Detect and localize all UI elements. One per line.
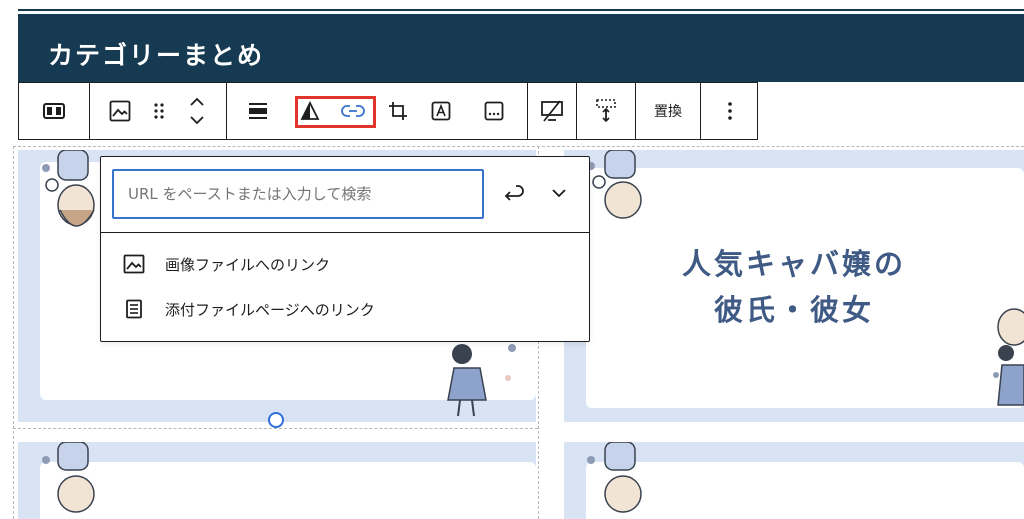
chevron-down-icon[interactable] — [189, 115, 205, 125]
card-title-line-2: 彼氏・彼女 — [713, 293, 874, 327]
chevron-down-icon — [552, 189, 566, 197]
chevron-up-icon[interactable] — [189, 97, 205, 107]
text-box-icon — [431, 101, 451, 121]
submit-link-button[interactable] — [498, 177, 530, 209]
link-to-attachment-page-option[interactable]: 添付ファイルページへのリンク — [123, 294, 375, 324]
more-options-button[interactable] — [701, 83, 759, 139]
toolbar-group-visibility — [528, 83, 577, 139]
toolbar-group-parent — [19, 83, 90, 139]
category-header: カテゴリーまとめ — [18, 14, 1024, 82]
block-toolbar: 置換 — [18, 82, 758, 140]
girl-illustration-standing-icon — [447, 344, 516, 417]
toolbar-group-replace: 置換 — [636, 83, 701, 139]
girl-illustration-upside-down-icon — [587, 442, 642, 513]
margin-setting-button[interactable] — [577, 83, 635, 139]
page-title: カテゴリーまとめ — [48, 41, 265, 70]
columns-block-icon — [43, 103, 65, 119]
page-icon — [126, 299, 142, 319]
drag-dots-icon — [154, 103, 164, 119]
toolbar-group-image-tools — [227, 83, 528, 139]
block-type-button[interactable] — [90, 83, 150, 139]
caption-icon — [484, 101, 504, 121]
crop-icon — [389, 102, 407, 120]
popover-divider — [101, 232, 589, 233]
caption-button[interactable] — [461, 83, 527, 139]
image-icon — [123, 254, 145, 274]
enter-return-icon — [504, 185, 524, 201]
link-to-media-file-option[interactable]: 画像ファイルへのリンク — [123, 249, 330, 279]
move-buttons — [168, 83, 226, 139]
text-over-image-button[interactable] — [421, 83, 461, 139]
resize-handle[interactable] — [268, 412, 284, 428]
option-label: 画像ファイルへのリンク — [165, 255, 331, 274]
card-title-line-1: 人気キャバ嬢の — [681, 247, 906, 281]
link-button-highlight — [295, 96, 376, 128]
girl-illustration-upside-down-icon — [587, 150, 642, 219]
select-parent-block-button[interactable] — [19, 83, 89, 139]
toolbar-group-options — [701, 83, 759, 139]
align-none-icon — [249, 103, 267, 119]
more-vertical-icon — [728, 102, 732, 120]
girl-illustration-right-edge-icon — [993, 308, 1024, 406]
image-block-icon — [109, 100, 131, 122]
hide-on-device-icon — [541, 100, 563, 122]
girl-illustration-upside-down-icon — [42, 442, 95, 513]
row-divider — [13, 428, 538, 429]
header-top-line — [18, 9, 1024, 11]
device-visibility-button[interactable] — [528, 83, 576, 139]
drag-handle[interactable] — [150, 83, 168, 139]
align-button[interactable] — [227, 83, 289, 139]
replace-button[interactable]: 置換 — [636, 83, 700, 139]
vertical-spacing-icon — [596, 99, 616, 123]
url-search-input[interactable] — [112, 169, 484, 219]
girl-illustration-upside-down-icon — [42, 150, 95, 227]
toolbar-group-block — [90, 83, 227, 139]
crop-button[interactable] — [375, 83, 421, 139]
toolbar-group-spacing — [577, 83, 636, 139]
link-settings-toggle[interactable] — [543, 177, 575, 209]
link-popover: 画像ファイルへのリンク 添付ファイルページへのリンク — [100, 156, 590, 342]
option-label: 添付ファイルページへのリンク — [165, 300, 375, 319]
